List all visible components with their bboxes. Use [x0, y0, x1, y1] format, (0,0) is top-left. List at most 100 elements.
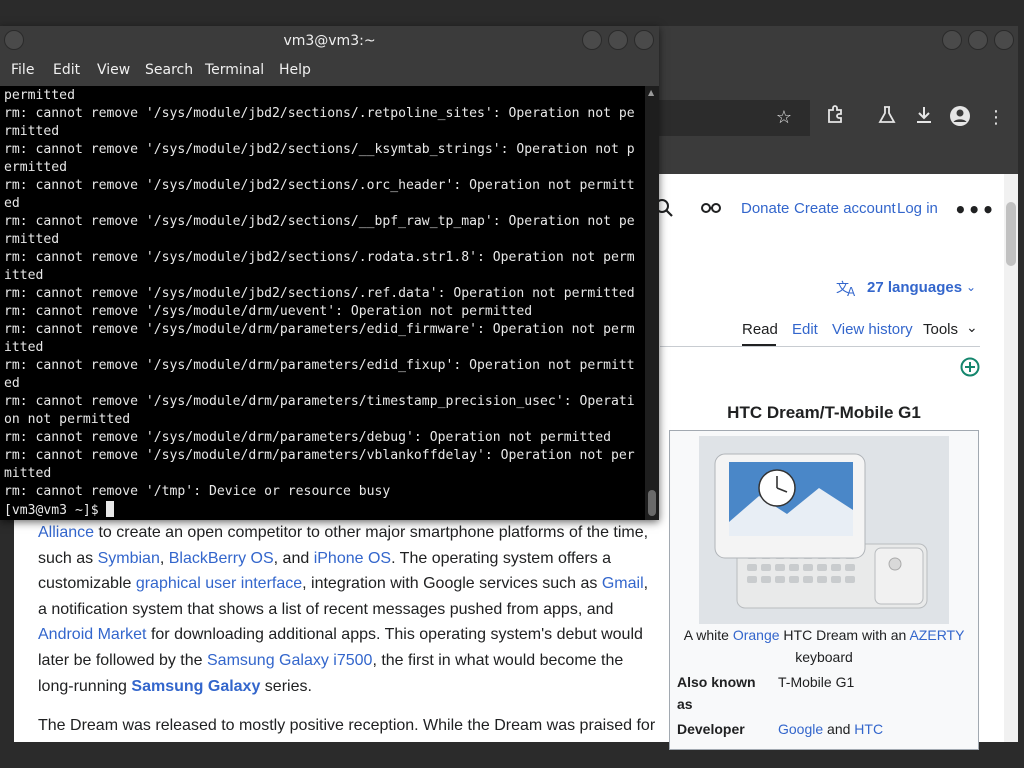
- also-known-as-value: T-Mobile G1: [778, 674, 855, 690]
- terminal-line: rm: cannot remove '/sys/module/jbd2/sect…: [4, 286, 635, 301]
- menu-help[interactable]: Help: [279, 62, 311, 78]
- menu-file[interactable]: File: [11, 62, 34, 78]
- browser-menu-icon[interactable]: ⋮: [983, 105, 1009, 131]
- paragraph-text: series.: [260, 677, 312, 695]
- tab-tools[interactable]: Tools: [923, 321, 958, 338]
- terminal-line: ed: [4, 196, 20, 211]
- terminal-line: rm: cannot remove '/sys/module/jbd2/sect…: [4, 250, 635, 265]
- tab-read-underline: [742, 344, 776, 346]
- terminal-line: rm: cannot remove '/sys/module/drm/param…: [4, 448, 635, 463]
- menu-terminal[interactable]: Terminal: [205, 62, 264, 78]
- caption-text: HTC Dream with an: [779, 627, 910, 643]
- terminal-scrollbar-thumb[interactable]: [648, 490, 656, 516]
- menu-edit[interactable]: Edit: [53, 62, 80, 78]
- languages-chevron-icon[interactable]: ⌄: [966, 280, 976, 294]
- paragraph-text: , integration with Google services such …: [302, 575, 602, 593]
- htc-link[interactable]: HTC: [854, 721, 883, 737]
- tab-edit[interactable]: Edit: [792, 321, 818, 338]
- terminal-line: permitted: [4, 88, 75, 103]
- scroll-up-arrow-icon[interactable]: ▲: [648, 88, 654, 97]
- google-link[interactable]: Google: [778, 721, 823, 737]
- terminal-prompt: [vm3@vm3 ~]$: [4, 503, 107, 518]
- close-button[interactable]: [994, 30, 1014, 50]
- menu-view[interactable]: View: [97, 62, 130, 78]
- terminal-prompt-line[interactable]: [vm3@vm3 ~]$: [4, 501, 645, 519]
- more-options-icon[interactable]: •••: [954, 198, 995, 222]
- terminal-line: on not permitted: [4, 412, 131, 427]
- terminal-line: ermitted: [4, 160, 68, 175]
- svg-text:A: A: [847, 285, 856, 297]
- terminal-line: rm: cannot remove '/sys/module/jbd2/sect…: [4, 106, 635, 121]
- menu-search[interactable]: Search: [145, 62, 193, 78]
- terminal-window-menu-button[interactable]: [4, 30, 24, 50]
- page-scrollbar-thumb[interactable]: [1006, 202, 1016, 266]
- tab-read[interactable]: Read: [742, 321, 778, 338]
- infobox-title: HTC Dream/T-Mobile G1: [727, 403, 921, 422]
- tab-view-history[interactable]: View history: [832, 321, 913, 338]
- symbian-link[interactable]: Symbian: [98, 550, 160, 567]
- page-scrollbar[interactable]: [1004, 174, 1018, 742]
- gmail-link[interactable]: Gmail: [602, 575, 644, 592]
- terminal-window[interactable]: vm3@vm3:~ File Edit View Search Terminal…: [0, 26, 659, 520]
- terminal-line: rm: cannot remove '/sys/module/drm/param…: [4, 322, 635, 337]
- terminal-line: ed: [4, 376, 20, 391]
- terminal-line: rm: cannot remove '/sys/module/jbd2/sect…: [4, 214, 635, 229]
- terminal-line: rm: cannot remove '/tmp': Device or reso…: [4, 484, 391, 499]
- gui-link[interactable]: graphical user interface: [136, 575, 302, 592]
- paragraph-text: , and: [273, 549, 314, 567]
- developer-label: Developer: [677, 721, 745, 737]
- article-paragraph: The Dream was released to mostly positiv…: [38, 717, 656, 735]
- donate-link[interactable]: Donate: [741, 200, 789, 217]
- minimize-button[interactable]: [942, 30, 962, 50]
- terminal-titlebar[interactable]: vm3@vm3:~: [0, 26, 659, 56]
- iphone-os-link[interactable]: iPhone OS: [314, 550, 391, 567]
- caption-text: A white: [683, 627, 733, 643]
- paragraph-text: ,: [159, 549, 169, 567]
- translate-icon: 文A: [836, 279, 858, 301]
- extensions-icon[interactable]: [822, 105, 848, 131]
- terminal-line: rmitted: [4, 232, 60, 247]
- maximize-button[interactable]: [968, 30, 988, 50]
- log-in-link[interactable]: Log in: [897, 200, 938, 217]
- azerty-link[interactable]: AZERTY: [909, 627, 964, 643]
- download-icon[interactable]: [911, 105, 937, 131]
- terminal-line: rmitted: [4, 124, 60, 139]
- galaxy-i7500-link[interactable]: Samsung Galaxy i7500: [207, 652, 372, 669]
- terminal-line: rm: cannot remove '/sys/module/jbd2/sect…: [4, 178, 635, 193]
- bookmark-star-icon[interactable]: ☆: [771, 105, 797, 131]
- terminal-menubar: File Edit View Search Terminal Help: [0, 56, 659, 86]
- tabs-divider: [660, 346, 980, 347]
- android-market-link[interactable]: Android Market: [38, 626, 147, 643]
- terminal-title: vm3@vm3:~: [283, 33, 376, 49]
- samsung-galaxy-link[interactable]: Samsung Galaxy: [131, 678, 260, 695]
- terminal-line: rm: cannot remove '/sys/module/drm/param…: [4, 430, 611, 445]
- add-circle-icon[interactable]: [960, 357, 980, 381]
- labs-flask-icon[interactable]: [874, 105, 900, 131]
- article-paragraph: Alliance to create an open competitor to…: [38, 520, 658, 699]
- terminal-line: rm: cannot remove '/sys/module/drm/ueven…: [4, 304, 533, 319]
- also-known-as-label: Also known as: [677, 674, 756, 712]
- developer-and: and: [823, 721, 855, 737]
- languages-button[interactable]: 27 languages: [867, 279, 962, 296]
- terminal-output[interactable]: permitted rm: cannot remove '/sys/module…: [0, 86, 645, 520]
- create-account-link[interactable]: Create account: [794, 200, 896, 217]
- tools-chevron-icon[interactable]: ⌄: [966, 320, 978, 336]
- terminal-maximize-button[interactable]: [608, 30, 628, 50]
- developer-value: Google and HTC: [778, 718, 883, 740]
- caption-text: keyboard: [795, 649, 853, 665]
- terminal-cursor: [106, 501, 115, 517]
- terminal-line: itted: [4, 340, 44, 355]
- appearance-glasses-icon[interactable]: [700, 200, 722, 220]
- blackberry-os-link[interactable]: BlackBerry OS: [169, 550, 274, 567]
- article-body: Alliance to create an open competitor to…: [38, 520, 658, 753]
- alliance-link[interactable]: Alliance: [38, 524, 94, 541]
- phone-image[interactable]: [699, 436, 949, 624]
- terminal-minimize-button[interactable]: [582, 30, 602, 50]
- terminal-line: rm: cannot remove '/sys/module/drm/param…: [4, 358, 635, 373]
- terminal-line: rm: cannot remove '/sys/module/drm/param…: [4, 394, 635, 409]
- terminal-scrollbar[interactable]: ▲: [645, 86, 659, 520]
- profile-avatar-icon[interactable]: [947, 105, 973, 131]
- terminal-line: itted: [4, 268, 44, 283]
- orange-link[interactable]: Orange: [733, 627, 780, 643]
- terminal-close-button[interactable]: [634, 30, 654, 50]
